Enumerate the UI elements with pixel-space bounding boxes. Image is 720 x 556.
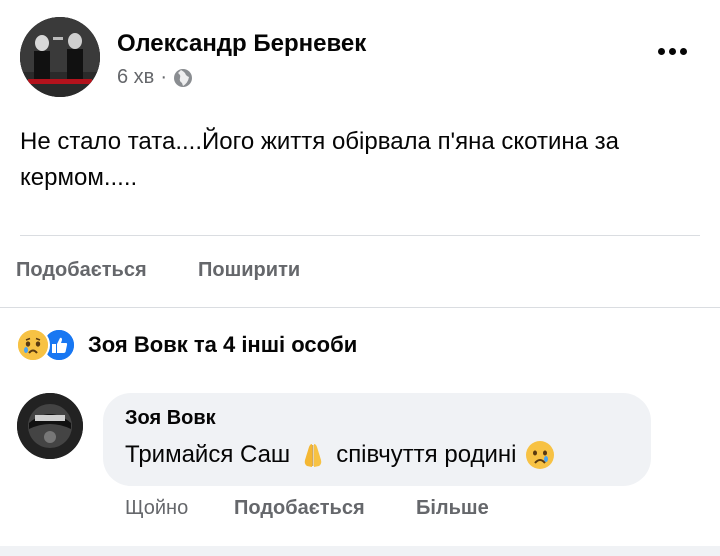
post-time[interactable]: 6 хв: [117, 66, 154, 89]
post-meta: 6 хв ·: [117, 66, 193, 89]
comment-text-part2: співчуття родині: [336, 441, 517, 468]
sad-reaction-icon: [16, 328, 50, 362]
comment-text-part1: Тримайся Саш: [125, 441, 291, 468]
meta-separator: ·: [160, 66, 167, 88]
comment-more-button[interactable]: Більше: [416, 497, 489, 520]
comment-like-button[interactable]: Подобається: [234, 497, 365, 520]
like-button[interactable]: Подобається: [16, 259, 147, 282]
crying-face-emoji-icon: [525, 440, 555, 470]
globe-icon: [173, 68, 193, 88]
post-author-name[interactable]: Олександр Берневек: [117, 30, 366, 58]
post-text: Не стало тата....Його життя обірвала п'я…: [20, 128, 620, 191]
divider: [20, 235, 700, 236]
footer-bar: [0, 546, 720, 556]
comment-author-name[interactable]: Зоя Вовк: [125, 407, 216, 430]
commenter-avatar[interactable]: [17, 393, 83, 459]
author-avatar[interactable]: [20, 17, 100, 97]
avatar-image: [20, 17, 100, 97]
reactors-text[interactable]: Зоя Вовк та 4 інші особи: [88, 332, 357, 358]
comment-time[interactable]: Щойно: [125, 497, 188, 520]
folded-hands-emoji-icon: [298, 440, 328, 470]
share-button[interactable]: Поширити: [198, 259, 300, 282]
more-options-icon[interactable]: [658, 48, 687, 55]
commenter-avatar-image: [17, 393, 83, 459]
section-divider: [0, 307, 720, 308]
comment-bubble: Зоя Вовк Тримайся Саш співчуття родині: [103, 393, 651, 486]
reactions-summary[interactable]: Зоя Вовк та 4 інші особи: [16, 328, 357, 362]
comment-text: Тримайся Саш співчуття родині: [125, 440, 563, 470]
